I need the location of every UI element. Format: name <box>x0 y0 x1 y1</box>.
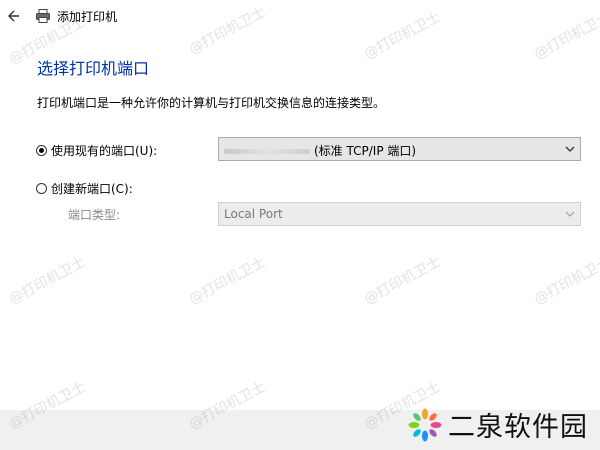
port-type-label: 端口类型: <box>68 208 121 222</box>
watermark: @打印机卫士 <box>531 254 600 308</box>
back-button[interactable] <box>4 6 26 26</box>
redacted-port-name <box>224 149 310 154</box>
page-heading: 选择打印机端口 <box>37 59 150 78</box>
title-bar: 添加打印机 <box>0 0 600 32</box>
radio-indicator-unchecked[interactable] <box>36 183 47 194</box>
brand-watermark: 二泉软件园 <box>408 405 588 444</box>
existing-port-select[interactable]: (标准 TCP/IP 端口) <box>218 137 581 161</box>
port-type-select[interactable]: Local Port <box>218 202 581 226</box>
brand-text: 二泉软件园 <box>448 412 588 443</box>
port-type-value: Local Port <box>224 207 283 221</box>
existing-port-value: (标准 TCP/IP 端口) <box>224 142 416 159</box>
use-existing-port-label: 使用现有的端口(U): <box>51 144 158 158</box>
printer-icon <box>36 9 50 23</box>
page-description: 打印机端口是一种允许你的计算机与打印机交换信息的连接类型。 <box>37 96 386 110</box>
create-new-port-label: 创建新端口(C): <box>51 182 133 196</box>
watermark: @打印机卫士 <box>6 254 89 308</box>
watermark: @打印机卫士 <box>186 254 269 308</box>
flower-logo-icon <box>408 408 442 441</box>
watermark: @打印机卫士 <box>361 254 444 308</box>
window-title: 添加打印机 <box>57 10 118 24</box>
chevron-down-icon <box>565 211 575 217</box>
chevron-down-icon <box>565 146 575 152</box>
radio-indicator-checked[interactable] <box>36 145 47 156</box>
create-new-port-radio[interactable]: 创建新端口(C): <box>36 180 133 197</box>
use-existing-port-radio[interactable]: 使用现有的端口(U): <box>36 142 157 159</box>
back-arrow-icon <box>8 10 19 22</box>
